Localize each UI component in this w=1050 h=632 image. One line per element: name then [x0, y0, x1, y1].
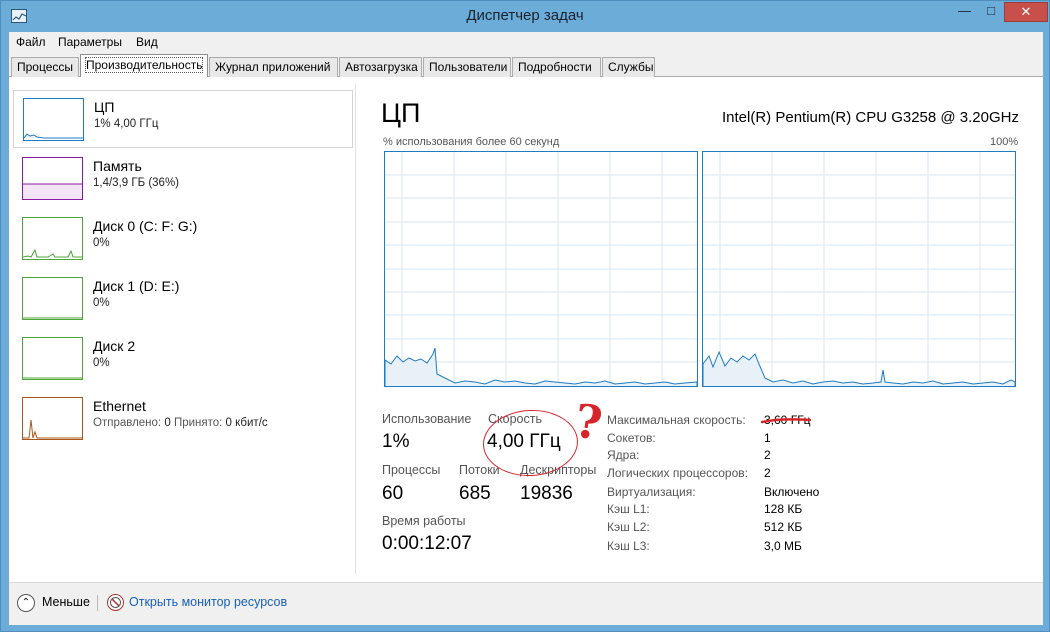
tab-details[interactable]: Подробности	[512, 57, 601, 77]
cache-l3-value: 3,0 МБ	[764, 539, 802, 553]
max-speed-underline-annotation	[761, 418, 811, 424]
tab-label: Автозагрузка	[345, 60, 418, 74]
tab-strip: Процессы Производительность Журнал прило…	[9, 54, 1043, 77]
handles-value: 19836	[520, 483, 573, 504]
maximize-button[interactable]: □	[978, 2, 1004, 22]
tab-performance[interactable]: Производительность	[80, 54, 208, 77]
open-resource-monitor-link[interactable]: Открыть монитор ресурсов	[129, 595, 287, 609]
processes-label: Процессы	[382, 463, 441, 477]
sent-label: Отправлено:	[93, 417, 162, 429]
disk0-thumbnail-graph	[22, 217, 83, 260]
sidebar-item-subtitle: Отправлено: 0 Принято: 0 кбит/с	[93, 417, 268, 429]
tab-processes[interactable]: Процессы	[11, 57, 79, 77]
window-title: Диспетчер задач	[466, 7, 584, 24]
cache-l1-value: 128 КБ	[764, 502, 803, 516]
sidebar-item-subtitle: 1% 4,00 ГГц	[94, 118, 159, 130]
graph-max-label: 100%	[990, 136, 1019, 148]
sockets-label: Сокетов:	[607, 431, 656, 445]
graph-caption: % использования более 60 секунд	[383, 136, 560, 148]
task-manager-window: Диспетчер задач — □ ✕ Файл Параметры Вид…	[0, 0, 1050, 632]
tab-users[interactable]: Пользователи	[423, 57, 511, 77]
sidebar-item-subtitle: 0%	[93, 297, 110, 309]
resource-sidebar: ЦП 1% 4,00 ГГц Память 1,4/3,9 ГБ (36%) Д…	[9, 78, 359, 578]
title-bar[interactable]: Диспетчер задач — □ ✕	[1, 1, 1049, 32]
close-button[interactable]: ✕	[1004, 2, 1048, 22]
sidebar-item-title: Ethernet	[93, 398, 146, 414]
cache-l1-label: Кэш L1:	[607, 502, 650, 516]
sidebar-item-disk2[interactable]: Диск 2 0%	[13, 330, 353, 388]
cache-l3-label: Кэш L3:	[607, 539, 650, 553]
cache-l2-label: Кэш L2:	[607, 520, 650, 534]
bottom-separator	[97, 595, 98, 611]
tab-label: Журнал приложений	[215, 60, 331, 74]
cpu-thumbnail-graph	[23, 98, 84, 141]
tab-label: Производительность	[84, 57, 204, 73]
panel-divider	[355, 84, 356, 574]
sidebar-item-subtitle: 0%	[93, 237, 110, 249]
tab-app-history[interactable]: Журнал приложений	[209, 57, 338, 77]
menu-parameters[interactable]: Параметры	[58, 35, 122, 49]
menu-view[interactable]: Вид	[136, 35, 158, 49]
virtualization-label: Виртуализация:	[607, 485, 696, 499]
uptime-value: 0:00:12:07	[382, 533, 472, 554]
sidebar-item-subtitle: 1,4/3,9 ГБ (36%)	[93, 177, 180, 189]
cores-label: Ядра:	[607, 448, 640, 462]
usage-label: Использование	[382, 412, 472, 426]
question-mark-annotation: ?	[571, 393, 606, 451]
received-label: Принято:	[173, 417, 223, 429]
logical-processors-value: 2	[764, 466, 771, 480]
tab-label: Подробности	[518, 60, 592, 74]
sidebar-item-cpu[interactable]: ЦП 1% 4,00 ГГц	[13, 90, 353, 148]
tab-services[interactable]: Службы	[602, 57, 655, 77]
disk1-thumbnail-graph	[22, 277, 83, 320]
sidebar-item-title: Диск 2	[93, 338, 136, 354]
menu-bar: Файл Параметры Вид	[9, 32, 1043, 54]
cache-l2-value: 512 КБ	[764, 520, 803, 534]
cpu-model-name: Intel(R) Pentium(R) CPU G3258 @ 3.20GHz	[722, 109, 1019, 126]
minimize-button[interactable]: —	[951, 2, 978, 22]
tab-startup[interactable]: Автозагрузка	[339, 57, 422, 77]
sent-value: 0	[164, 417, 171, 429]
tab-label: Пользователи	[429, 60, 508, 74]
bottom-bar: ⌃ Меньше Открыть монитор ресурсов	[9, 582, 1043, 625]
max-speed-label: Максимальная скорость:	[607, 413, 746, 427]
sidebar-item-title: Диск 1 (D: E:)	[93, 278, 180, 294]
fewer-details-link[interactable]: Меньше	[42, 595, 90, 609]
sidebar-item-subtitle: 0%	[93, 357, 110, 369]
client-area: Файл Параметры Вид Процессы Производител…	[9, 32, 1043, 625]
usage-value: 1%	[382, 431, 410, 452]
logical-processors-label: Логических процессоров:	[607, 466, 748, 480]
tab-label: Процессы	[17, 60, 74, 74]
virtualization-value: Включено	[764, 485, 820, 499]
cpu-graph-core-0	[384, 151, 698, 387]
threads-value: 685	[459, 483, 491, 504]
sidebar-item-ethernet[interactable]: Ethernet Отправлено: 0 Принято: 0 кбит/с	[13, 390, 353, 448]
disk2-thumbnail-graph	[22, 337, 83, 380]
sidebar-item-disk1[interactable]: Диск 1 (D: E:) 0%	[13, 270, 353, 328]
sidebar-item-disk0[interactable]: Диск 0 (C: F: G:) 0%	[13, 210, 353, 268]
sidebar-item-memory[interactable]: Память 1,4/3,9 ГБ (36%)	[13, 150, 353, 208]
sidebar-item-title: Диск 0 (C: F: G:)	[93, 218, 198, 234]
sidebar-item-title: ЦП	[94, 99, 115, 115]
processes-value: 60	[382, 483, 404, 504]
cpu-graph-core-1	[702, 151, 1016, 387]
sidebar-item-title: Память	[93, 158, 142, 174]
received-value: 0 кбит/с	[225, 417, 268, 429]
uptime-label: Время работы	[382, 514, 466, 528]
ethernet-thumbnail-graph	[22, 397, 83, 440]
menu-file[interactable]: Файл	[16, 35, 46, 49]
tab-label: Службы	[608, 60, 654, 74]
cpu-heading: ЦП	[381, 98, 421, 128]
sockets-value: 1	[764, 431, 771, 445]
cores-value: 2	[764, 448, 771, 462]
resource-monitor-icon[interactable]	[107, 594, 124, 611]
memory-thumbnail-graph	[22, 157, 83, 200]
chevron-up-icon[interactable]: ⌃	[17, 594, 35, 612]
